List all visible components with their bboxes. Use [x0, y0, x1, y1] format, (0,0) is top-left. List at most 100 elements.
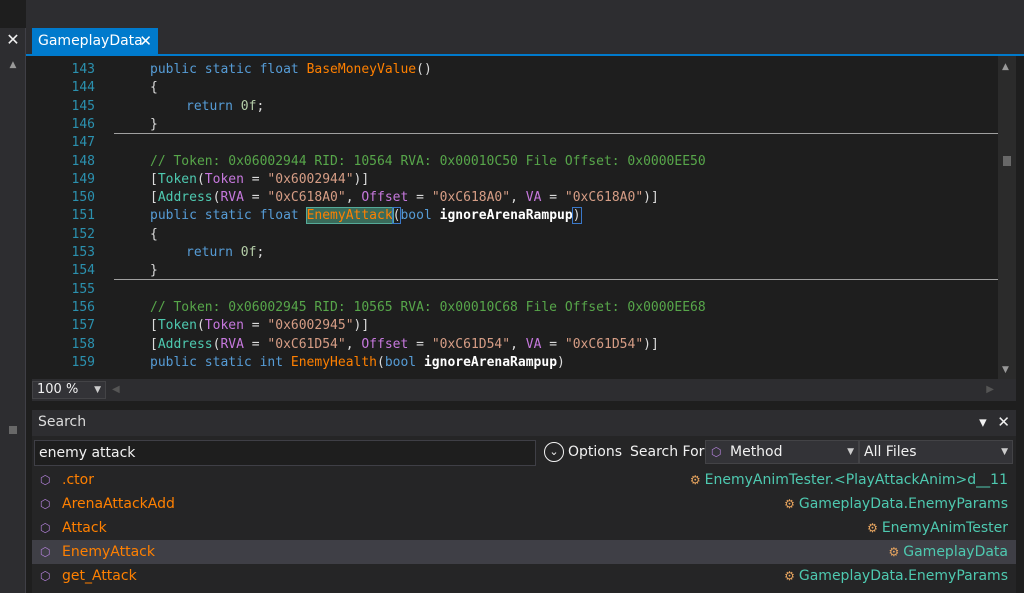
line-number: 146	[71, 116, 95, 132]
code-line[interactable]: 146}	[32, 116, 998, 134]
scroll-down-icon[interactable]: ▼	[1002, 365, 1009, 375]
scroll-thumb[interactable]	[9, 426, 17, 434]
result-type-label: GameplayData.EnemyParams	[798, 568, 1008, 584]
tab-gameplaydata[interactable]: GameplayData ✕	[32, 28, 158, 54]
code-editor[interactable]: ▲ ▼ 143 public static float BaseMoneyValu…	[32, 56, 1016, 379]
code-line[interactable]: 145 return 0f;	[32, 98, 998, 116]
search-panel: Search ▾ ✕ enemy attack ⌄ Options Search …	[32, 410, 1016, 593]
code-line[interactable]: 158 [Address(RVA = "0xC61D54", Offset = "…	[32, 336, 998, 354]
line-number: 158	[71, 336, 95, 352]
zoom-value: 100 %	[37, 382, 79, 397]
line-number: 155	[71, 281, 95, 297]
method-icon: ⬡	[40, 545, 51, 559]
result-type: ⚙ GameplayData	[888, 540, 1008, 564]
code-line[interactable]: 148 // Token: 0x06002944 RID: 10564 RVA: …	[32, 153, 998, 171]
search-for-label: Search For:	[630, 444, 709, 460]
result-type: ⚙ GameplayData.EnemyParams	[784, 492, 1008, 516]
method-icon: ⬡	[40, 569, 51, 583]
chevron-down-icon: ▼	[1001, 447, 1008, 457]
line-number: 152	[71, 226, 95, 242]
scroll-thumb[interactable]	[1003, 156, 1011, 166]
line-number: 150	[71, 190, 95, 206]
editor-vertical-scrollbar[interactable]: ▲ ▼	[998, 56, 1016, 379]
search-result-row[interactable]: ⬡ EnemyAttack ⚙ GameplayData	[32, 540, 1016, 564]
code-line[interactable]: 157 [Token(Token = "0x6002945")]	[32, 317, 998, 335]
result-type-label: EnemyAnimTester.<PlayAttackAnim>d__11	[704, 472, 1008, 488]
chevron-down-icon: ▼	[94, 385, 101, 395]
line-number: 143	[71, 62, 95, 77]
close-panel-icon[interactable]: ✕	[0, 28, 26, 54]
code-text: [Address(RVA = "0xC618A0", Offset = "0xC…	[150, 190, 659, 206]
code-text: public static float BaseMoneyValue()	[150, 62, 432, 77]
method-icon: ⬡	[40, 497, 51, 511]
class-icon: ⚙	[784, 569, 795, 583]
code-text: [Token(Token = "0x6002945")]	[150, 318, 370, 334]
chevron-down-icon: ▼	[847, 447, 854, 457]
line-number: 157	[71, 318, 95, 334]
code-line[interactable]: 150 [Address(RVA = "0xC618A0", Offset = "…	[32, 189, 998, 207]
panel-menu-icon[interactable]: ▾	[979, 413, 987, 431]
line-number: 147	[71, 135, 95, 151]
tab-bar	[26, 0, 1024, 56]
code-line[interactable]: 156 // Token: 0x06002945 RID: 10565 RVA: …	[32, 299, 998, 317]
scope-select[interactable]: All Files ▼	[859, 440, 1013, 464]
options-button[interactable]: ⌄ Options	[544, 440, 622, 464]
code-text: {	[150, 226, 158, 242]
search-input[interactable]: enemy attack	[34, 440, 536, 466]
class-icon: ⚙	[784, 497, 795, 511]
line-number: 156	[71, 299, 95, 315]
code-line[interactable]: 149 [Token(Token = "0x6002944")]	[32, 171, 998, 189]
scroll-up-icon[interactable]: ▲	[1002, 62, 1009, 72]
close-icon[interactable]: ✕	[997, 413, 1010, 431]
search-result-row[interactable]: ⬡ Attack ⚙ EnemyAnimTester	[32, 516, 1016, 540]
line-number: 151	[71, 208, 95, 224]
search-panel-header: Search ▾ ✕	[32, 410, 1016, 436]
line-number: 159	[71, 354, 95, 370]
class-icon: ⚙	[888, 545, 900, 559]
result-type-label: GameplayData.EnemyParams	[798, 496, 1008, 512]
line-number: 144	[71, 80, 95, 96]
scroll-up-icon[interactable]: ▲	[7, 60, 19, 70]
tab-close-icon[interactable]: ✕	[139, 28, 152, 54]
method-icon: ⬡	[40, 521, 51, 535]
search-result-row[interactable]: ⬡ ArenaAttackAdd ⚙ GameplayData.EnemyParams	[32, 492, 1016, 516]
chevron-down-icon: ⌄	[544, 442, 564, 462]
search-for-select[interactable]: ⬡ Method ▼	[705, 440, 859, 464]
code-line[interactable]: 143 public static float BaseMoneyValue()	[32, 61, 998, 79]
line-number: 154	[71, 263, 95, 279]
result-type-label: GameplayData	[903, 544, 1008, 560]
code-text: [Token(Token = "0x6002944")]	[150, 171, 370, 187]
class-icon: ⚙	[689, 473, 701, 487]
zoom-select[interactable]: 100 % ▼	[32, 381, 106, 399]
scope-value: All Files	[864, 444, 917, 460]
code-line[interactable]: 147	[32, 134, 998, 152]
result-name: ArenaAttackAdd	[62, 496, 175, 512]
code-text: // Token: 0x06002945 RID: 10565 RVA: 0x0…	[150, 299, 706, 315]
code-text: {	[150, 80, 158, 96]
code-text: public static float EnemyAttack(bool ign…	[150, 207, 582, 225]
search-result-row[interactable]: ⬡ get_Attack ⚙ GameplayData.EnemyParams	[32, 564, 1016, 588]
search-results-list: ⬡ .ctor ⚙ EnemyAnimTester.<PlayAttackAnim>d…	[32, 468, 1016, 588]
line-number: 153	[71, 245, 95, 260]
code-line[interactable]: 154}	[32, 262, 998, 280]
scroll-right-icon[interactable]: ▶	[986, 384, 994, 395]
options-label: Options	[568, 444, 623, 460]
method-icon: ⬡	[40, 473, 51, 487]
result-name: .ctor	[62, 472, 94, 488]
code-line[interactable]: 151 public static float EnemyAttack(bool …	[32, 207, 998, 225]
search-for-value: Method	[730, 444, 783, 460]
search-panel-title: Search	[38, 414, 87, 430]
scroll-left-icon[interactable]: ◀	[112, 384, 120, 395]
code-line[interactable]: 152 {	[32, 226, 998, 244]
code-text: return 0f;	[186, 98, 265, 114]
result-type: ⚙ EnemyAnimTester	[867, 516, 1008, 540]
line-number: 145	[71, 98, 95, 114]
result-type: ⚙ EnemyAnimTester.<PlayAttackAnim>d__11	[690, 468, 1008, 492]
code-line[interactable]: 153 return 0f;	[32, 244, 998, 262]
code-line[interactable]: 144 {	[32, 79, 998, 97]
code-text: // Token: 0x06002944 RID: 10564 RVA: 0x0…	[150, 153, 706, 169]
search-result-row[interactable]: ⬡ .ctor ⚙ EnemyAnimTester.<PlayAttackAnim>d…	[32, 468, 1016, 492]
code-text: public static int EnemyHealth(bool ignor…	[150, 354, 565, 370]
code-line[interactable]: 155	[32, 281, 998, 299]
code-line[interactable]: 159 public static int EnemyHealth(bool ig…	[32, 354, 998, 372]
